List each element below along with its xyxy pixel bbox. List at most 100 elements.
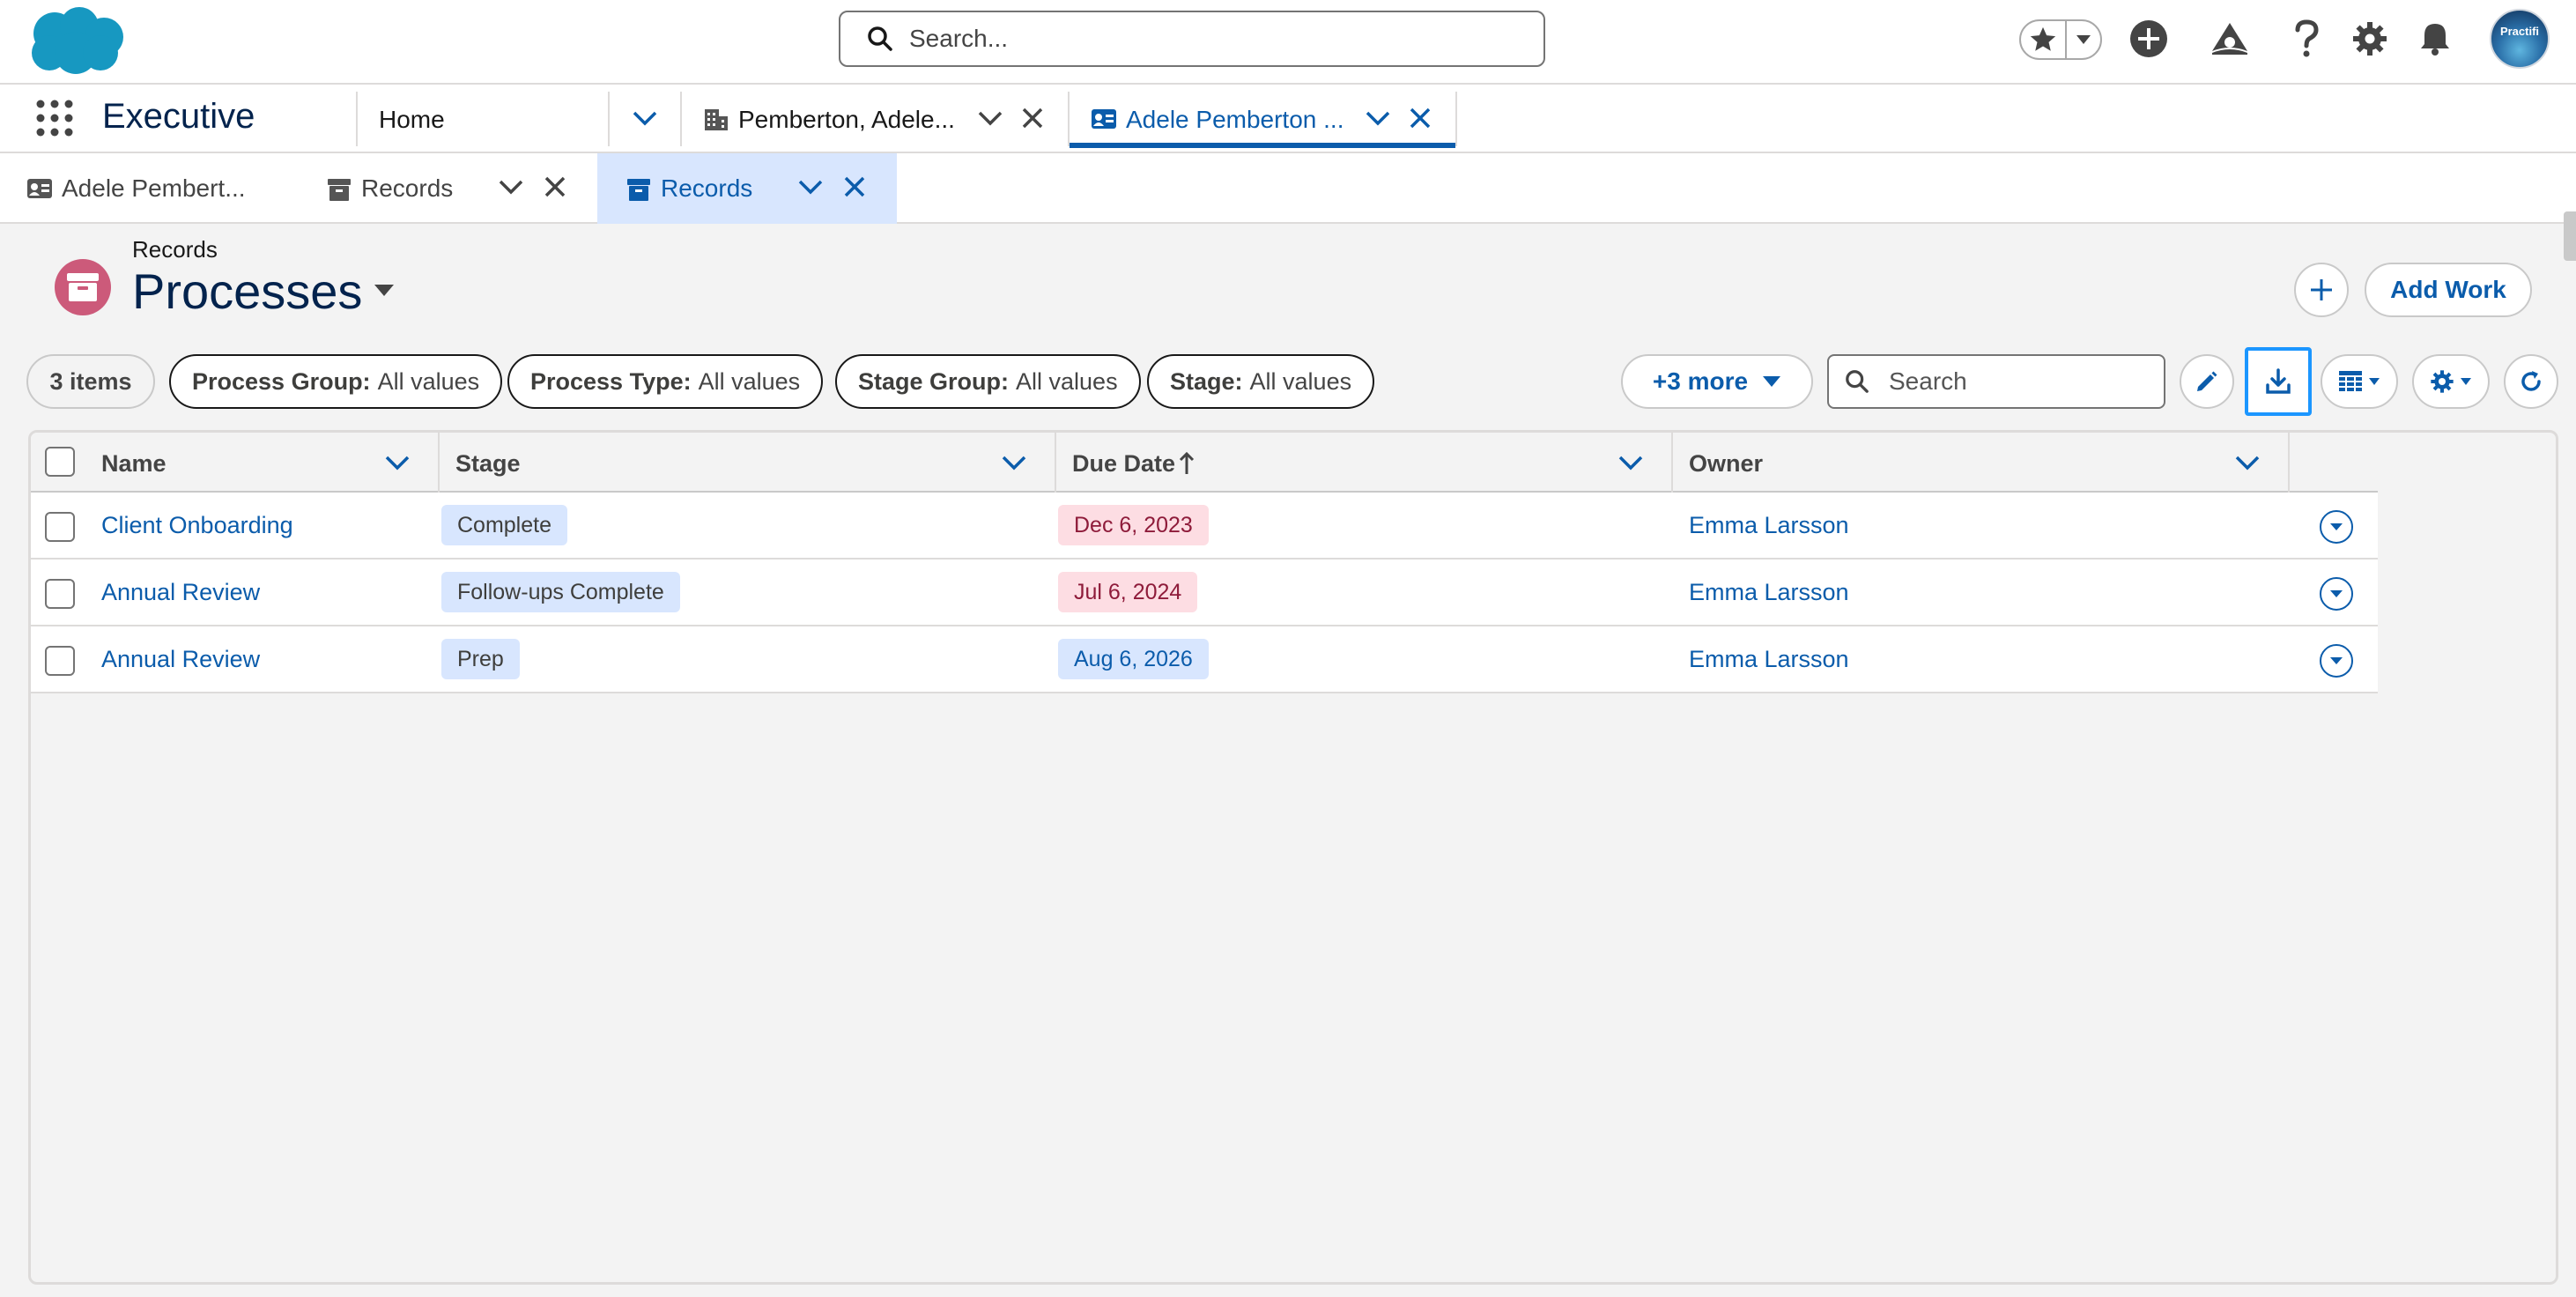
pencil-icon xyxy=(2197,371,2217,391)
filter-value: All values xyxy=(377,367,480,395)
download-icon xyxy=(2266,368,2291,394)
table-icon xyxy=(2339,371,2362,391)
favorites-button-group[interactable] xyxy=(2019,19,2102,60)
chevron-down-icon[interactable] xyxy=(2065,21,2100,58)
caret-down-icon xyxy=(2330,523,2343,530)
active-tab-indicator xyxy=(1070,143,1455,148)
row-checkbox[interactable] xyxy=(45,512,75,542)
row-actions-button[interactable] xyxy=(2320,644,2353,678)
column-resize-handle[interactable] xyxy=(438,433,440,493)
column-menu-chevron-down-icon[interactable] xyxy=(1002,454,1026,471)
contact-card-icon xyxy=(26,176,53,201)
column-resize-handle[interactable] xyxy=(2288,433,2290,493)
subtab-menu-chevron-down-icon[interactable] xyxy=(499,178,523,196)
edit-button[interactable] xyxy=(2180,354,2234,409)
help-icon[interactable] xyxy=(2289,12,2324,65)
close-icon[interactable] xyxy=(1410,107,1431,129)
table-row[interactable]: Annual Review Prep Aug 6, 2026 Emma Lars… xyxy=(31,626,2378,693)
table-row[interactable]: Client Onboarding Complete Dec 6, 2023 E… xyxy=(31,493,2378,560)
process-name-link[interactable]: Annual Review xyxy=(101,646,260,673)
nav-divider xyxy=(356,92,358,146)
stage-badge: Follow-ups Complete xyxy=(441,572,680,612)
page-title[interactable]: Processes xyxy=(132,263,362,320)
process-name-link[interactable]: Annual Review xyxy=(101,579,260,606)
account-icon xyxy=(703,106,729,132)
star-icon[interactable] xyxy=(2021,21,2065,58)
new-record-button[interactable] xyxy=(2294,263,2349,317)
tab-menu-chevron-down-icon[interactable] xyxy=(1366,109,1390,127)
search-icon xyxy=(867,26,893,52)
gear-icon[interactable] xyxy=(2350,12,2389,65)
filter-stage[interactable]: Stage: All values xyxy=(1147,354,1375,409)
nav-divider xyxy=(1455,92,1457,146)
filter-value: All values xyxy=(1249,367,1352,395)
stage-badge: Prep xyxy=(441,639,520,679)
caret-down-icon xyxy=(2330,590,2343,597)
owner-link[interactable]: Emma Larsson xyxy=(1689,512,1849,539)
column-menu-chevron-down-icon[interactable] xyxy=(385,454,410,471)
display-as-button[interactable] xyxy=(2321,354,2398,409)
row-checkbox[interactable] xyxy=(45,579,75,609)
list-view-chevron-down-icon[interactable] xyxy=(374,284,395,298)
column-header-stage[interactable]: Stage xyxy=(455,450,521,478)
column-menu-chevron-down-icon[interactable] xyxy=(2235,454,2260,471)
nav-divider xyxy=(680,92,682,146)
nav-more-chevron-down-icon[interactable] xyxy=(633,109,657,127)
column-menu-chevron-down-icon[interactable] xyxy=(1618,454,1643,471)
close-icon[interactable] xyxy=(844,176,865,197)
breadcrumb: Records xyxy=(132,236,218,263)
owner-link[interactable]: Emma Larsson xyxy=(1689,646,1849,673)
table-row[interactable]: Annual Review Follow-ups Complete Jul 6,… xyxy=(31,560,2378,626)
user-avatar[interactable]: Practifi xyxy=(2490,9,2550,69)
nav-tab-contact-label[interactable]: Adele Pemberton ... xyxy=(1126,106,1344,134)
column-header-name[interactable]: Name xyxy=(101,450,167,478)
sort-up-arrow-icon xyxy=(1178,452,1195,475)
row-actions-button[interactable] xyxy=(2320,577,2353,611)
refresh-icon xyxy=(2521,371,2541,391)
subtab-contact-label[interactable]: Adele Pembert... xyxy=(62,174,246,203)
refresh-button[interactable] xyxy=(2504,354,2558,409)
plus-circle-icon[interactable] xyxy=(2128,12,2169,65)
column-resize-handle[interactable] xyxy=(1671,433,1673,493)
app-launcher-icon[interactable] xyxy=(35,99,74,137)
list-search-placeholder: Search xyxy=(1889,367,1967,395)
filter-value: All values xyxy=(698,367,801,395)
owner-link[interactable]: Emma Larsson xyxy=(1689,579,1849,606)
filter-process-type[interactable]: Process Type: All values xyxy=(507,354,824,409)
avatar-label: Practifi xyxy=(2499,25,2540,38)
row-checkbox[interactable] xyxy=(45,646,75,676)
column-header-due-date[interactable]: Due Date xyxy=(1072,450,1175,478)
filter-label: Stage: xyxy=(1170,367,1243,395)
item-count-badge: 3 items xyxy=(26,354,155,409)
subtab-records-label[interactable]: Records xyxy=(361,174,453,203)
bell-icon[interactable] xyxy=(2416,12,2454,65)
column-resize-handle[interactable] xyxy=(1055,433,1056,493)
list-settings-button[interactable] xyxy=(2412,354,2490,409)
row-actions-button[interactable] xyxy=(2320,510,2353,544)
close-icon[interactable] xyxy=(1022,107,1043,129)
nav-tab-account-label[interactable]: Pemberton, Adele... xyxy=(738,106,955,134)
nav-home-tab[interactable]: Home xyxy=(379,106,445,134)
tab-menu-chevron-down-icon[interactable] xyxy=(978,109,1003,127)
subtab-menu-chevron-down-icon[interactable] xyxy=(798,178,823,196)
caret-down-icon xyxy=(2330,657,2343,664)
filter-process-group[interactable]: Process Group: All values xyxy=(169,354,503,409)
filter-stage-group[interactable]: Stage Group: All values xyxy=(835,354,1141,409)
more-filters-button[interactable]: +3 more xyxy=(1621,354,1813,409)
select-all-checkbox[interactable] xyxy=(45,447,75,477)
salesforce-cloud-logo[interactable] xyxy=(25,4,129,76)
export-button[interactable] xyxy=(2245,347,2312,416)
close-icon[interactable] xyxy=(544,176,566,197)
subtab-records-active-label[interactable]: Records xyxy=(661,174,752,203)
search-icon xyxy=(1845,369,1869,394)
utility-scroll-handle[interactable] xyxy=(2564,211,2576,261)
contact-card-icon xyxy=(1091,107,1117,131)
trailhead-icon[interactable] xyxy=(2210,12,2250,65)
table-header-row: Name Stage Due Date Owner xyxy=(31,433,2378,493)
list-search-input[interactable]: Search xyxy=(1827,354,2165,409)
global-search-input[interactable]: Search... xyxy=(839,11,1545,67)
records-object-icon xyxy=(55,259,111,315)
process-name-link[interactable]: Client Onboarding xyxy=(101,512,293,539)
column-header-owner[interactable]: Owner xyxy=(1689,450,1763,478)
add-work-button[interactable]: Add Work xyxy=(2365,263,2532,317)
